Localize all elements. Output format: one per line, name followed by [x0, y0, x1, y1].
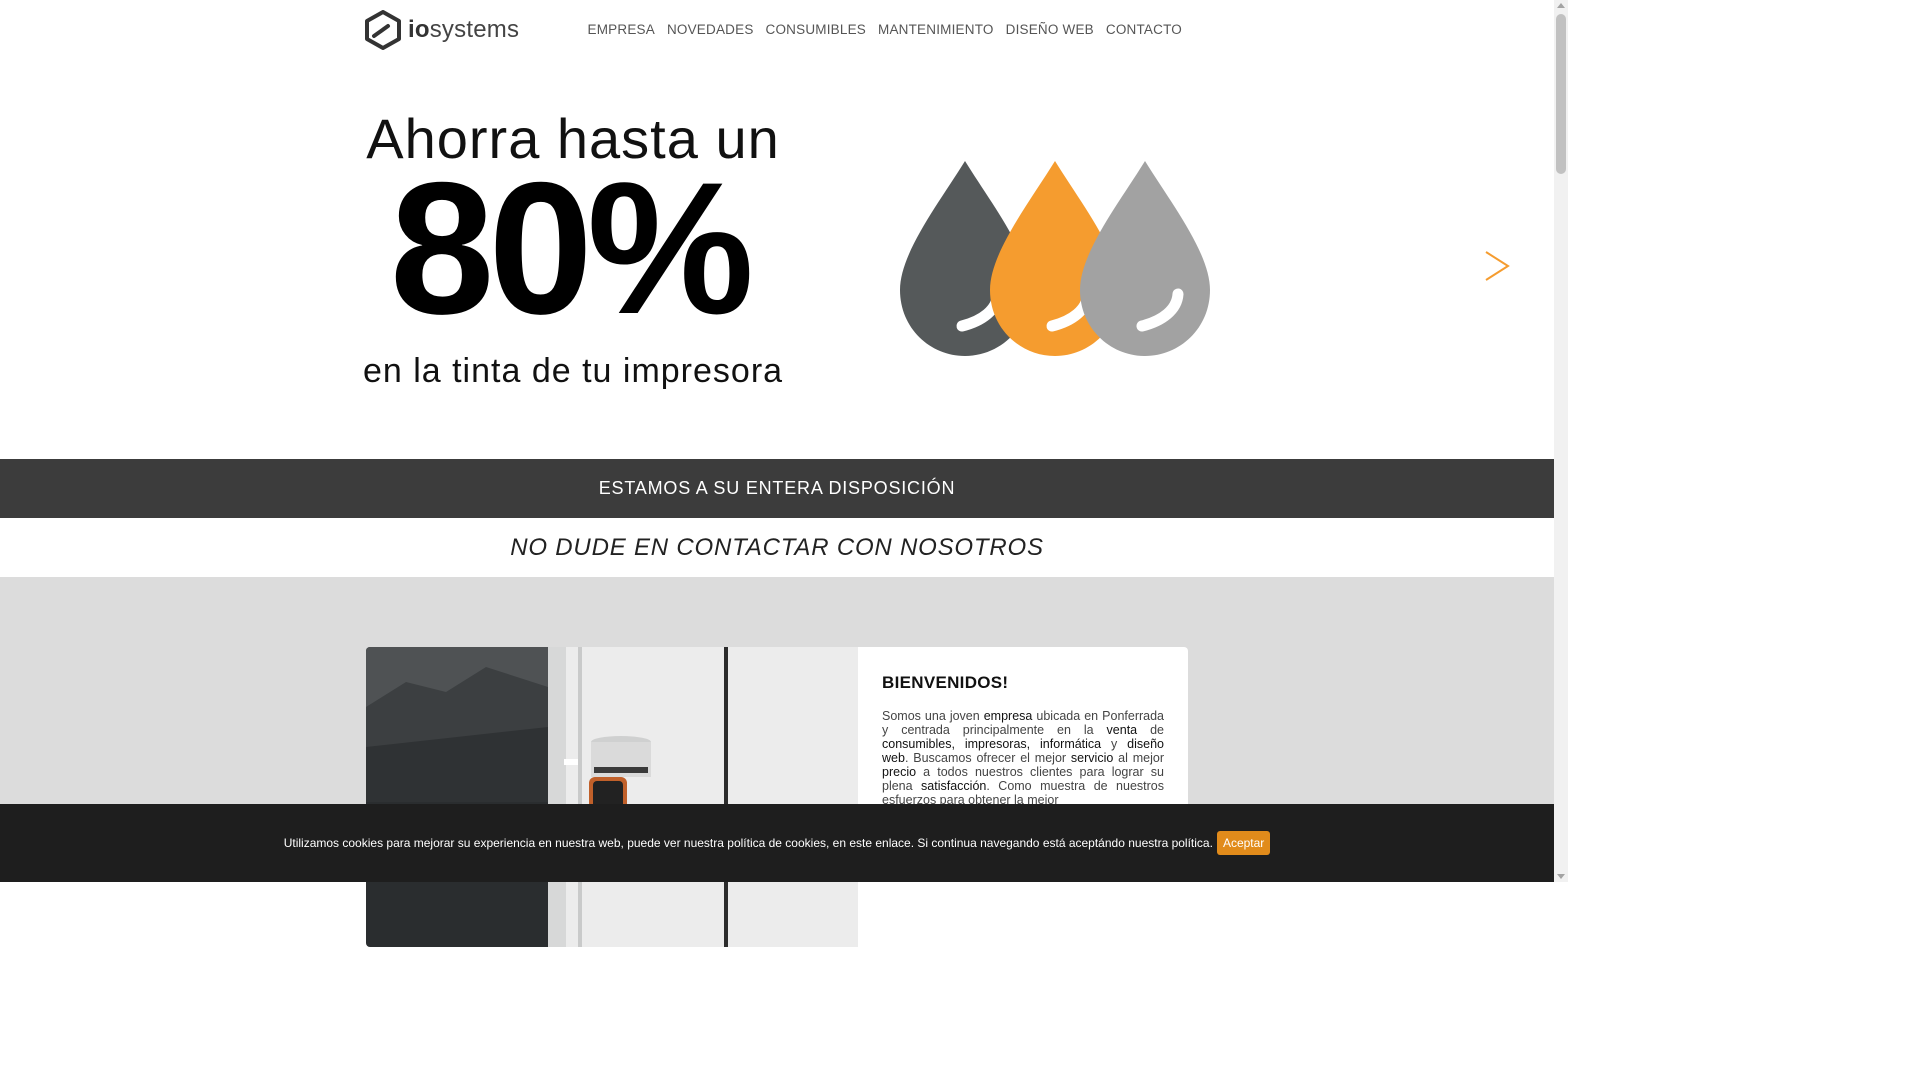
welcome-body: Somos una joven empresa ubicada en Ponfe…	[882, 709, 1164, 807]
availability-banner: ESTAMOS A SU ENTERA DISPOSICIÓN	[0, 459, 1554, 518]
nav-novedades[interactable]: NOVEDADES	[667, 22, 754, 37]
welcome-body-keyword: consumibles, impresoras, informática	[882, 737, 1102, 751]
page-scrollbar[interactable]	[1554, 0, 1568, 882]
cookie-text: Utilizamos cookies para mejorar su exper…	[283, 836, 1213, 850]
contact-text: NO DUDE EN CONTACTAR CON NOSOTROS	[510, 533, 1044, 561]
hero-slider: Ahorra hasta un 80% en la tinta de tu im…	[0, 62, 1554, 459]
welcome-body-keyword: precio	[882, 765, 917, 779]
welcome-body-part: y	[1101, 737, 1128, 751]
welcome-body-keyword: empresa	[983, 709, 1033, 723]
logo-text-light: systems	[429, 16, 520, 43]
nav-mantenimiento[interactable]: MANTENIMIENTO	[878, 22, 994, 37]
hexagon-logo-icon	[365, 10, 401, 50]
logo-text-bold: io	[408, 16, 430, 43]
contact-banner: NO DUDE EN CONTACTAR CON NOSOTROS	[0, 518, 1554, 577]
availability-text: ESTAMOS A SU ENTERA DISPOSICIÓN	[598, 478, 956, 498]
nav-contacto[interactable]: CONTACTO	[1106, 22, 1182, 37]
welcome-body-part: Somos una joven	[882, 709, 984, 723]
ink-drop-grey	[1080, 161, 1210, 356]
main-nav: EMPRESA NOVEDADES CONSUMIBLES MANTENIMIE…	[588, 22, 1182, 37]
hero-subheadline: en la tinta de tu impresora	[362, 352, 784, 390]
welcome-body-keyword: venta	[1106, 723, 1138, 737]
accept-cookies-button[interactable]: Aceptar	[1216, 831, 1271, 855]
scrollbar-thumb[interactable]	[1556, 14, 1566, 174]
welcome-body-keyword: satisfacción	[921, 779, 987, 793]
nav-diseno-web[interactable]: DISEÑO WEB	[1006, 22, 1094, 37]
welcome-text-block: BIENVENIDOS! Somos una joven empresa ubi…	[882, 673, 1164, 807]
chevron-right-icon[interactable]	[1482, 246, 1512, 286]
welcome-card: BIENVENIDOS! Somos una joven empresa ubi…	[366, 647, 1188, 947]
welcome-title: BIENVENIDOS!	[882, 673, 1009, 692]
nav-consumibles[interactable]: CONSUMIBLES	[766, 22, 866, 37]
nav-empresa[interactable]: EMPRESA	[588, 22, 655, 37]
welcome-body-part: al mejor	[1113, 751, 1164, 765]
site-logo[interactable]: iosystems	[364, 10, 519, 50]
welcome-body-part: . Buscamos ofrecer el mejor	[904, 751, 1071, 765]
scroll-down-arrow-icon[interactable]	[1557, 874, 1565, 879]
hero-percentage: 80%	[389, 143, 754, 353]
scroll-up-arrow-icon[interactable]	[1557, 3, 1565, 8]
welcome-body-part: de	[1137, 723, 1164, 737]
ink-drops-illustration	[900, 161, 1210, 356]
office-photo-image	[366, 647, 858, 947]
office-photo	[366, 647, 858, 947]
logo-text: iosystems	[408, 16, 519, 44]
cookie-bar: Utilizamos cookies para mejorar su exper…	[0, 804, 1554, 882]
site-header: iosystems EMPRESA NOVEDADES CONSUMIBLES …	[0, 0, 1554, 62]
welcome-body-keyword: servicio	[1070, 751, 1114, 765]
